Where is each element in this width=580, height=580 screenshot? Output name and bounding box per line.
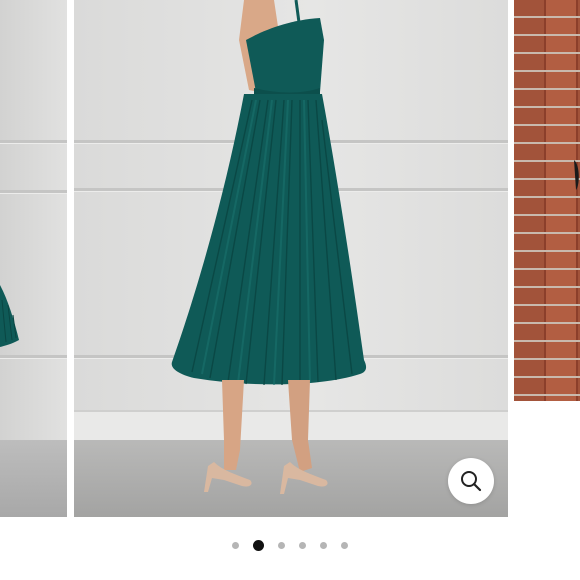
magnifier-icon (461, 471, 482, 492)
carousel-slide-next[interactable] (514, 0, 580, 401)
carousel-slide-current[interactable] (74, 0, 508, 517)
carousel-dot-3[interactable] (278, 541, 285, 549)
carousel-dot-2[interactable] (253, 539, 264, 551)
carousel-dot-5[interactable] (320, 541, 327, 549)
model-figure (171, 0, 367, 494)
carousel-dot-4[interactable] (299, 541, 306, 549)
zoom-button[interactable] (448, 458, 494, 504)
carousel-slide-previous[interactable] (0, 0, 67, 517)
dress-edge-partial (574, 160, 579, 190)
carousel-pagination (0, 537, 580, 553)
carousel-dot-1[interactable] (232, 541, 239, 549)
carousel-dot-6[interactable] (341, 541, 348, 549)
image-carousel[interactable] (0, 0, 580, 520)
dress-hem-partial (0, 285, 19, 347)
